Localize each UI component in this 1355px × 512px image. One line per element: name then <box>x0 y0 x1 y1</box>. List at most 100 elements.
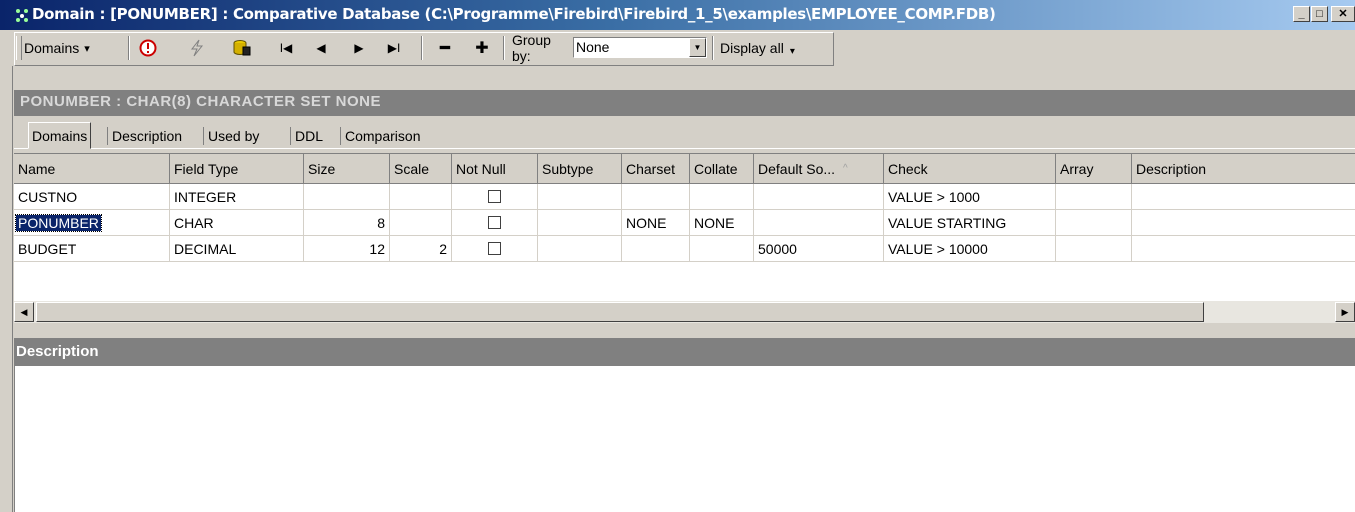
cell-field-type[interactable]: INTEGER <box>170 184 304 210</box>
chevron-down-icon: ▾ <box>84 42 90 55</box>
column-header-size[interactable]: Size <box>304 154 390 184</box>
group-by-value: None <box>576 39 610 55</box>
cell-array[interactable] <box>1056 184 1132 210</box>
toolbar-separator <box>421 36 423 60</box>
description-textarea[interactable] <box>14 366 1355 512</box>
cell-check[interactable]: VALUE > 1000 <box>884 184 1056 210</box>
lightning-button[interactable] <box>184 36 210 60</box>
minimize-button[interactable]: _ <box>1293 6 1310 22</box>
cell-default-source[interactable]: 50000 <box>754 236 884 262</box>
cell-scale[interactable] <box>390 210 452 236</box>
group-by-select[interactable]: None ▼ <box>573 37 707 58</box>
display-all-label: Display all <box>720 40 784 56</box>
cell-check[interactable]: VALUE STARTING <box>884 210 1056 236</box>
sort-indicator-icon: ^ <box>843 163 848 174</box>
database-icon <box>233 40 251 56</box>
column-header-collate[interactable]: Collate <box>690 154 754 184</box>
database-button[interactable] <box>228 36 256 60</box>
column-header-array[interactable]: Array <box>1056 154 1132 184</box>
cell-field-type[interactable]: DECIMAL <box>170 236 304 262</box>
cell-description[interactable] <box>1132 184 1355 210</box>
cell-subtype[interactable] <box>538 210 622 236</box>
tab-divider <box>290 127 291 145</box>
cell-array[interactable] <box>1056 236 1132 262</box>
column-header-charset[interactable]: Charset <box>622 154 690 184</box>
cell-not-null[interactable] <box>452 236 538 262</box>
cell-collate[interactable] <box>690 236 754 262</box>
cell-collate[interactable]: NONE <box>690 210 754 236</box>
tab-divider <box>340 127 341 145</box>
cell-size[interactable]: 12 <box>304 236 390 262</box>
domain-header-text: PONUMBER : CHAR(8) CHARACTER SET NONE <box>20 93 382 110</box>
last-record-button[interactable]: ▶I <box>383 36 405 60</box>
cell-default-source[interactable] <box>754 210 884 236</box>
toolbar-separator <box>712 36 714 60</box>
app-icon <box>14 7 30 23</box>
column-header-default-source[interactable]: Default So... ^ <box>754 154 884 184</box>
not-null-checkbox[interactable] <box>488 216 501 229</box>
domains-grid[interactable]: Name Field Type Size Scale Not Null Subt… <box>14 153 1355 301</box>
table-row[interactable]: CUSTNO INTEGER VALUE > 1000 <box>14 184 1355 210</box>
alert-button[interactable] <box>134 36 162 60</box>
scroll-left-button[interactable]: ◀ <box>14 302 34 322</box>
window-left-edge <box>0 66 13 512</box>
column-header-field-type[interactable]: Field Type <box>170 154 304 184</box>
cell-charset[interactable] <box>622 236 690 262</box>
cell-scale[interactable] <box>390 184 452 210</box>
cell-not-null[interactable] <box>452 210 538 236</box>
domains-label: Domains <box>24 40 80 56</box>
cell-not-null[interactable] <box>452 184 538 210</box>
cell-scale[interactable]: 2 <box>390 236 452 262</box>
display-all-button[interactable]: Display all ▾ <box>720 36 820 60</box>
tab-comparison[interactable]: Comparison <box>342 122 423 149</box>
not-null-checkbox[interactable] <box>488 190 501 203</box>
cell-default-source[interactable] <box>754 184 884 210</box>
tab-description[interactable]: Description <box>109 122 185 149</box>
cell-size[interactable]: 8 <box>304 210 390 236</box>
column-header-scale[interactable]: Scale <box>390 154 452 184</box>
cell-check[interactable]: VALUE > 10000 <box>884 236 1056 262</box>
column-header-not-null[interactable]: Not Null <box>452 154 538 184</box>
scroll-right-button[interactable]: ▶ <box>1335 302 1355 322</box>
cell-name[interactable]: PONUMBER <box>14 210 170 236</box>
chevron-down-icon[interactable]: ▼ <box>689 38 706 57</box>
cell-subtype[interactable] <box>538 184 622 210</box>
cell-name[interactable]: BUDGET <box>14 236 170 262</box>
table-row[interactable]: PONUMBER CHAR 8 NONE NONE VALUE STARTING <box>14 210 1355 236</box>
tab-ddl[interactable]: DDL <box>292 122 326 149</box>
cell-description[interactable] <box>1132 236 1355 262</box>
column-header-subtype[interactable]: Subtype <box>538 154 622 184</box>
not-null-checkbox[interactable] <box>488 242 501 255</box>
cell-array[interactable] <box>1056 210 1132 236</box>
toolbar-grip[interactable] <box>16 36 22 60</box>
first-record-button[interactable]: I◀ <box>275 36 297 60</box>
tab-domains[interactable]: Domains <box>28 122 92 149</box>
prev-record-button[interactable]: ◀ <box>310 36 332 60</box>
column-header-name[interactable]: Name <box>14 154 170 184</box>
scrollbar-thumb[interactable] <box>36 302 1204 322</box>
maximize-button[interactable]: □ <box>1311 6 1328 22</box>
cell-subtype[interactable] <box>538 236 622 262</box>
tab-used-by[interactable]: Used by <box>205 122 262 149</box>
lightning-icon <box>190 39 204 57</box>
close-button[interactable]: ✕ <box>1331 6 1355 22</box>
cell-collate[interactable] <box>690 184 754 210</box>
tab-divider <box>107 127 108 145</box>
column-header-description[interactable]: Description <box>1132 154 1355 184</box>
cell-field-type[interactable]: CHAR <box>170 210 304 236</box>
alert-icon <box>139 39 157 57</box>
cell-charset[interactable]: NONE <box>622 210 690 236</box>
next-record-button[interactable]: ▶ <box>348 36 370 60</box>
cell-size[interactable] <box>304 184 390 210</box>
description-panel-title: Description <box>16 343 99 360</box>
cell-charset[interactable] <box>622 184 690 210</box>
add-record-button[interactable]: ✚ <box>470 36 494 60</box>
window-title: Domain : [PONUMBER] : Comparative Databa… <box>32 5 996 23</box>
cell-name[interactable]: CUSTNO <box>14 184 170 210</box>
horizontal-scrollbar[interactable]: ◀ ▶ <box>14 300 1355 323</box>
column-header-check[interactable]: Check <box>884 154 1056 184</box>
domains-menu-button[interactable]: Domains ▾ <box>24 36 124 60</box>
cell-description[interactable] <box>1132 210 1355 236</box>
delete-record-button[interactable]: ━ <box>433 36 457 60</box>
table-row[interactable]: BUDGET DECIMAL 12 2 50000 VALUE > 10000 <box>14 236 1355 262</box>
